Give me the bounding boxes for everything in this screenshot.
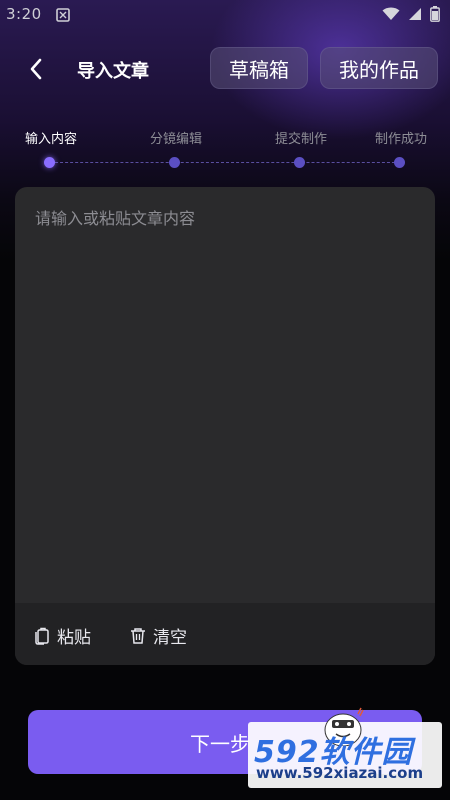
editor-card: 粘贴 清空 bbox=[15, 187, 435, 665]
watermark-url: www.592xiazai.com bbox=[256, 764, 424, 782]
signal-icon bbox=[409, 8, 421, 20]
step-label-success: 制作成功 bbox=[375, 132, 428, 147]
status-time: 3:20 bbox=[6, 5, 42, 23]
paste-button[interactable]: 粘贴 bbox=[33, 623, 91, 648]
drafts-button[interactable]: 草稿箱 bbox=[210, 47, 308, 89]
step-dot-submit bbox=[294, 157, 305, 168]
step-dot-success bbox=[394, 157, 405, 168]
screen: 3:20 导入文章 草稿箱 我的作品 输入内容 分镜编辑 提交制作 制作成功 请… bbox=[0, 0, 450, 800]
step-label-submit: 提交制作 bbox=[275, 132, 328, 147]
wifi-icon bbox=[382, 7, 400, 20]
paste-label: 粘贴 bbox=[57, 628, 91, 648]
clear-label: 清空 bbox=[153, 628, 187, 648]
back-button[interactable] bbox=[22, 55, 50, 83]
page-title: 导入文章 bbox=[77, 61, 149, 82]
notification-icon bbox=[56, 8, 70, 22]
status-icons bbox=[382, 6, 440, 22]
paste-icon bbox=[35, 627, 49, 645]
stepper-line bbox=[50, 162, 400, 163]
trash-icon bbox=[131, 627, 145, 644]
status-bar: 3:20 bbox=[0, 0, 450, 32]
step-dot-input bbox=[44, 157, 55, 168]
step-dot-storyboard bbox=[169, 157, 180, 168]
clear-button[interactable]: 清空 bbox=[129, 623, 187, 648]
battery-icon bbox=[430, 6, 440, 22]
step-label-input: 输入内容 bbox=[25, 132, 78, 147]
chevron-left-icon bbox=[30, 58, 42, 80]
editor-toolbar: 粘贴 清空 bbox=[15, 603, 435, 665]
article-input[interactable] bbox=[15, 187, 435, 603]
my-works-button[interactable]: 我的作品 bbox=[320, 47, 438, 89]
step-label-storyboard: 分镜编辑 bbox=[150, 132, 203, 147]
